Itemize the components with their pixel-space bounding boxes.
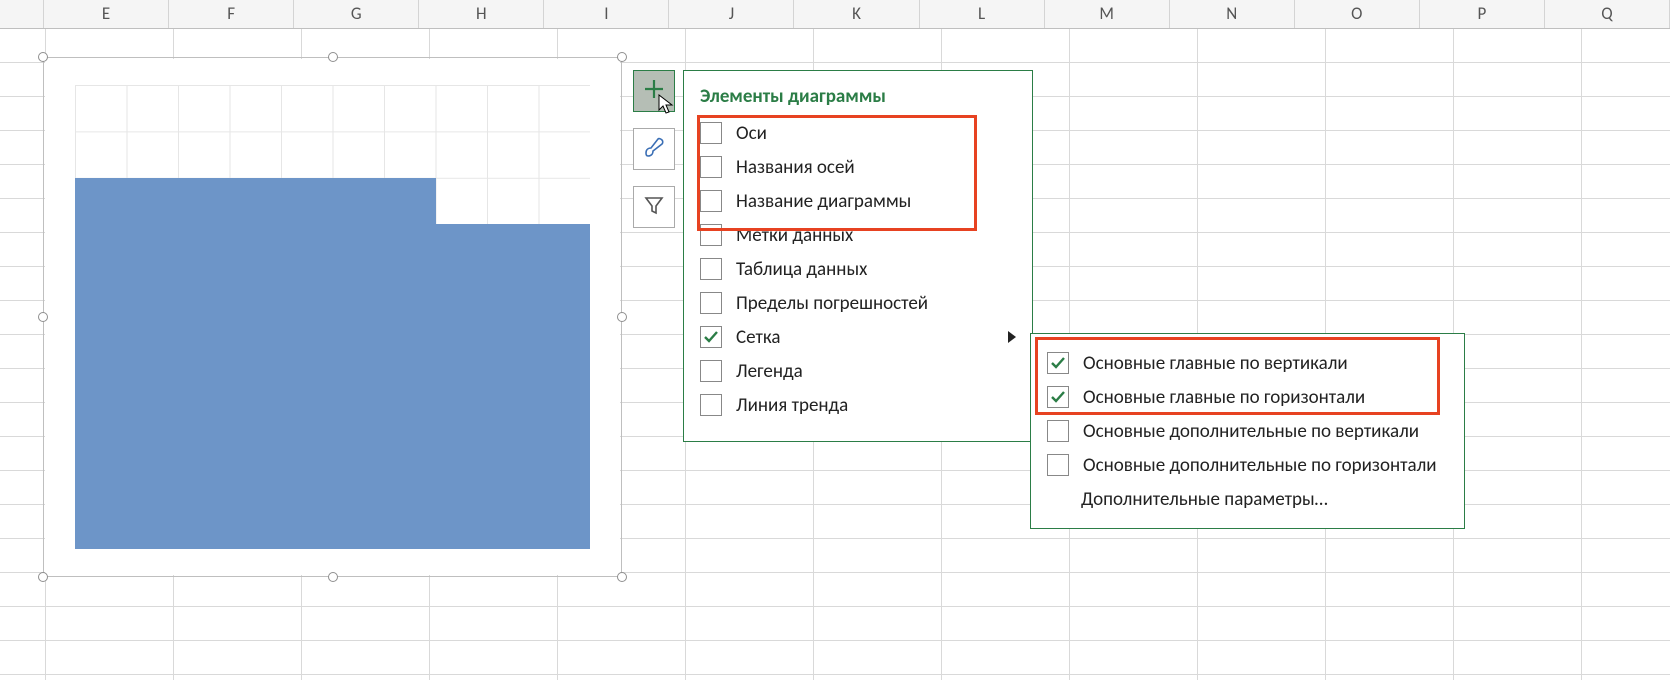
column-header-blank[interactable]	[0, 0, 44, 28]
chart-bar[interactable]	[75, 178, 127, 549]
chart-element-item[interactable]: Оси	[700, 116, 1014, 150]
gridlines-submenu-item[interactable]: Основные дополнительные по вертикали	[1047, 414, 1448, 448]
chart-element-item[interactable]: Название диаграммы	[700, 184, 1014, 218]
chart-element-item[interactable]: Линия тренда	[700, 388, 1014, 422]
chart-elements-panel-title: Элементы диаграммы	[700, 85, 1014, 108]
gridlines-submenu-item-label: Дополнительные параметры…	[1081, 488, 1328, 511]
brush-icon	[642, 135, 666, 164]
checkbox[interactable]	[1047, 420, 1069, 442]
checkbox[interactable]	[700, 224, 722, 246]
chart-plot-area[interactable]	[75, 85, 590, 549]
chart-element-item[interactable]: Метки данных	[700, 218, 1014, 252]
chart-element-item-label: Легенда	[736, 360, 803, 383]
chart-bar[interactable]	[487, 224, 539, 549]
chart-bar[interactable]	[281, 178, 333, 549]
column-header-H[interactable]: H	[419, 0, 544, 28]
chart-element-item[interactable]: Легенда	[700, 354, 1014, 388]
chart-bar[interactable]	[127, 178, 179, 549]
chart-element-item-label: Метки данных	[736, 224, 853, 247]
column-header-M[interactable]: M	[1045, 0, 1170, 28]
chart-element-item[interactable]: Таблица данных	[700, 252, 1014, 286]
checkbox[interactable]	[700, 292, 722, 314]
chart-bar[interactable]	[384, 178, 436, 549]
gridlines-submenu-item[interactable]: Дополнительные параметры…	[1047, 482, 1448, 516]
chart-element-item-label: Линия тренда	[736, 394, 848, 417]
chart-styles-button[interactable]	[633, 128, 675, 170]
chart-elements-panel: Элементы диаграммы Оси Названия осей Назва…	[683, 70, 1033, 442]
checkbox[interactable]	[1047, 386, 1069, 408]
checkbox[interactable]	[700, 190, 722, 212]
checkbox[interactable]	[700, 394, 722, 416]
checkbox[interactable]	[700, 326, 722, 348]
chart-element-item-label: Пределы погрешностей	[736, 292, 928, 315]
chart-element-item[interactable]: Пределы погрешностей	[700, 286, 1014, 320]
chart-bar[interactable]	[333, 178, 385, 549]
gridlines-submenu-item[interactable]: Основные главные по вертикали	[1047, 346, 1448, 380]
checkbox[interactable]	[700, 258, 722, 280]
chart-bar[interactable]	[230, 178, 282, 549]
chart-element-item[interactable]: Сетка	[700, 320, 1014, 354]
column-header-N[interactable]: N	[1170, 0, 1295, 28]
checkbox[interactable]	[700, 156, 722, 178]
gridlines-submenu-panel: Основные главные по вертикали Основные гл…	[1030, 333, 1465, 529]
chart-filter-button[interactable]	[633, 186, 675, 228]
submenu-arrow-icon[interactable]	[1006, 328, 1018, 351]
chart-bar[interactable]	[436, 224, 488, 549]
chart-elements-button[interactable]	[633, 70, 675, 112]
gridlines-submenu-item[interactable]: Основные главные по горизонтали	[1047, 380, 1448, 414]
gridlines-submenu-item-label: Основные дополнительные по вертикали	[1083, 420, 1419, 443]
chart-element-item-label: Таблица данных	[736, 258, 867, 281]
column-header-E[interactable]: E	[44, 0, 169, 28]
funnel-icon	[643, 194, 665, 221]
chart-object[interactable]	[45, 59, 620, 575]
chart-element-item-label: Оси	[736, 122, 767, 145]
column-header-I[interactable]: I	[544, 0, 669, 28]
checkbox[interactable]	[700, 122, 722, 144]
chart-element-item[interactable]: Названия осей	[700, 150, 1014, 184]
column-header-K[interactable]: K	[794, 0, 919, 28]
column-header-G[interactable]: G	[294, 0, 419, 28]
column-header-J[interactable]: J	[669, 0, 794, 28]
gridlines-submenu-item-label: Основные главные по вертикали	[1083, 352, 1348, 375]
chart-bar[interactable]	[539, 224, 591, 549]
column-header-row: E F G H I J K L M N O P Q	[0, 0, 1670, 29]
column-header-L[interactable]: L	[920, 0, 1045, 28]
column-header-P[interactable]: P	[1420, 0, 1545, 28]
column-header-F[interactable]: F	[169, 0, 294, 28]
plus-icon	[643, 78, 665, 105]
column-header-Q[interactable]: Q	[1545, 0, 1670, 28]
chart-bar[interactable]	[178, 178, 230, 549]
gridlines-submenu-item[interactable]: Основные дополнительные по горизонтали	[1047, 448, 1448, 482]
chart-element-item-label: Название диаграммы	[736, 190, 911, 213]
column-header-O[interactable]: O	[1295, 0, 1420, 28]
checkbox[interactable]	[1047, 352, 1069, 374]
gridlines-submenu-item-label: Основные дополнительные по горизонтали	[1083, 454, 1437, 477]
checkbox[interactable]	[700, 360, 722, 382]
gridlines-submenu-item-label: Основные главные по горизонтали	[1083, 386, 1365, 409]
chart-element-item-label: Сетка	[736, 326, 781, 349]
chart-element-item-label: Названия осей	[736, 156, 855, 179]
checkbox[interactable]	[1047, 454, 1069, 476]
